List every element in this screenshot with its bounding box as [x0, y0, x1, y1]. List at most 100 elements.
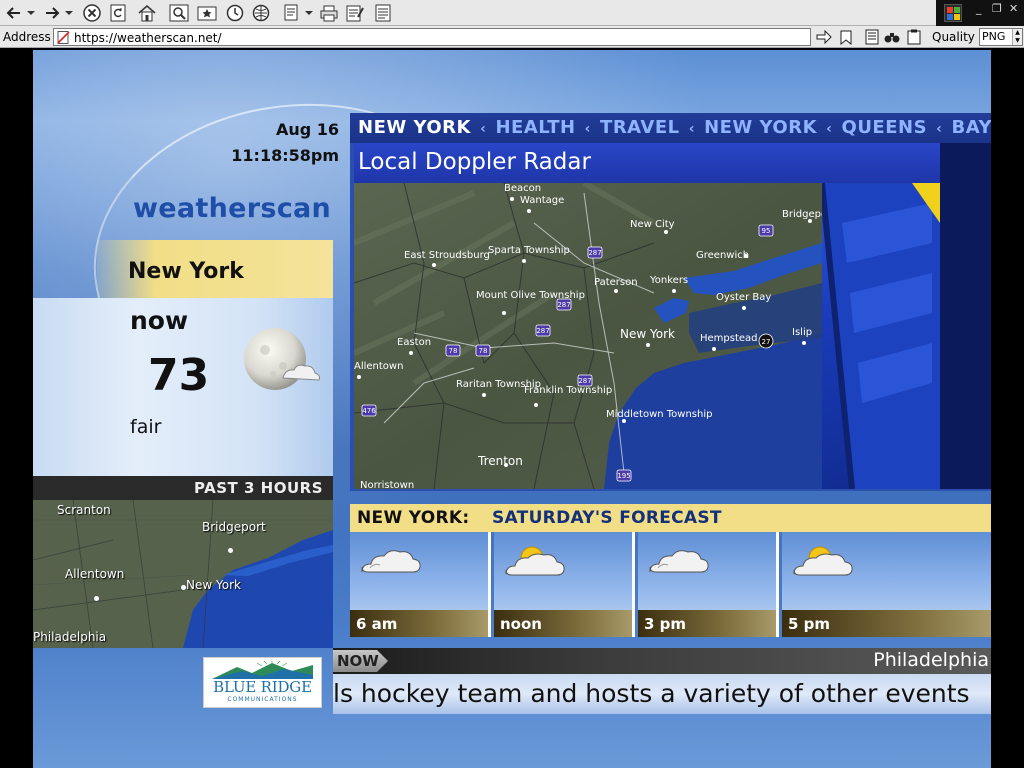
ticker-item: BAYONNE	[951, 117, 991, 138]
minimize-icon[interactable]: _	[976, 2, 982, 15]
ticker-item: HEALTH	[495, 117, 576, 138]
route-number: 287	[536, 327, 549, 335]
page-broken-icon	[57, 31, 70, 44]
reload-icon[interactable]	[108, 3, 128, 23]
map-label: Scranton	[57, 503, 111, 517]
radar-map-label: Trenton	[477, 454, 523, 468]
home-icon[interactable]	[136, 3, 158, 23]
discuss-icon[interactable]	[372, 3, 394, 23]
forecast-title: SATURDAY'S FORECAST	[492, 508, 722, 528]
stop-icon[interactable]	[82, 3, 102, 23]
forecast-time: 3 pm	[644, 615, 687, 633]
address-bar: Address https://weatherscan.net/ Quality…	[0, 26, 1024, 48]
browser-toolbar: _ ❐ ✕	[0, 0, 1024, 26]
city-dot	[228, 548, 233, 553]
cloudy-icon	[361, 550, 421, 573]
ticker-separator-icon: ‹	[584, 121, 591, 137]
go-arrow-icon[interactable]	[816, 29, 832, 45]
temperature-value: 73	[148, 350, 210, 401]
now-bar: NOW Philadelphia	[333, 648, 991, 674]
page-info-icon[interactable]	[864, 29, 880, 45]
current-conditions-panel: now 73 fair	[33, 298, 333, 476]
back-dropdown-icon[interactable]	[26, 3, 36, 23]
favorites-icon[interactable]	[196, 3, 218, 23]
radar-map-label: Wantage	[520, 195, 564, 206]
city-band: New York	[97, 240, 333, 298]
radar-map-label: Greenwich	[696, 250, 749, 261]
topic-ticker: NEW YORK ‹ HEALTH ‹ TRAVEL ‹ NEW YORK ‹ …	[350, 113, 991, 143]
url-input[interactable]: https://weatherscan.net/	[53, 28, 811, 46]
radar-map-label: New City	[630, 219, 675, 230]
map-label: New York	[186, 578, 241, 592]
side-bar	[940, 143, 991, 489]
text-crawl: ls hockey team and hosts a variety of ot…	[333, 674, 991, 714]
weatherscan-screen: Aug 16 11:18:58pm weatherscan New York n…	[33, 50, 991, 768]
forward-dropdown-icon[interactable]	[64, 3, 74, 23]
radar-map-label: East Stroudsburg	[404, 250, 490, 261]
bookmark-icon[interactable]	[838, 29, 854, 45]
ticker-separator-icon: ‹	[936, 121, 943, 137]
now-label: now	[130, 306, 189, 335]
windows-logo-icon	[944, 4, 962, 22]
radar-map: Beacon Wantage New City Bridgeport East …	[354, 183, 822, 489]
city-dot	[181, 585, 186, 590]
quality-label: Quality	[932, 30, 975, 44]
radar-title: Local Doppler Radar	[358, 149, 591, 175]
forward-icon[interactable]	[42, 3, 62, 23]
past-3-hours-label: PAST 3 HOURS	[194, 479, 323, 497]
forecast-city: NEW YORK:	[357, 508, 470, 528]
search-icon[interactable]	[168, 3, 190, 23]
past-3-hours-map: Scranton Bridgeport Allentown New York P…	[33, 500, 333, 648]
close-icon[interactable]: ✕	[1009, 2, 1018, 15]
city-name: New York	[128, 259, 244, 284]
radar-map-label: Mount Olive Township	[476, 290, 585, 301]
history-icon[interactable]	[224, 3, 246, 23]
map-label: Allentown	[65, 567, 125, 581]
mail-dropdown-icon[interactable]	[305, 3, 313, 23]
mountain-logo-icon	[212, 661, 313, 679]
sponsor-logo: BLUE RIDGE COMMUNICATIONS	[203, 657, 322, 708]
mail-icon[interactable]	[282, 3, 304, 23]
map-label: Bridgeport	[202, 520, 266, 534]
radar-map-label: Oyster Bay	[716, 292, 771, 303]
ticker-item: NEW YORK	[358, 117, 471, 138]
crawl-text: ls hockey team and hosts a variety of ot…	[333, 679, 970, 708]
past-3-hours-bar: PAST 3 HOURS	[33, 476, 333, 500]
edit-icon[interactable]	[344, 3, 366, 23]
radar-panel: NEW YORK ‹ HEALTH ‹ TRAVEL ‹ NEW YORK ‹ …	[350, 113, 991, 491]
date-label: Aug 16	[275, 120, 339, 139]
route-number: 195	[617, 472, 630, 480]
forecast-cell: 3 pm	[638, 532, 779, 637]
radar-map-label: Norristown	[360, 480, 414, 489]
route-number: 27	[762, 338, 771, 346]
decorative-building-art	[822, 183, 940, 489]
route-number: 287	[588, 249, 601, 257]
find-icon[interactable]	[884, 29, 900, 45]
clipboard-icon[interactable]	[906, 29, 922, 45]
city-dot	[94, 596, 99, 601]
forecast-cell: noon	[494, 532, 635, 637]
now-tag: NOW	[333, 650, 388, 672]
route-number: 78	[449, 347, 458, 355]
ticker-item: NEW YORK	[704, 117, 818, 138]
condition-label: fair	[130, 416, 162, 438]
forecast-cell: 6 am	[350, 532, 491, 637]
restore-icon[interactable]: ❐	[992, 2, 1002, 15]
print-icon[interactable]	[318, 3, 340, 23]
window-controls: _ ❐ ✕	[936, 0, 1024, 26]
radar-map-label: Yonkers	[649, 275, 688, 286]
weatherscan-logo: weatherscan	[133, 193, 332, 224]
back-icon[interactable]	[4, 3, 24, 23]
forecast-time: 6 am	[356, 615, 398, 633]
radar-map-label: Easton	[397, 337, 431, 348]
radar-map-label: Beacon	[504, 183, 541, 194]
format-spinner[interactable]: ▲ ▼	[1012, 29, 1022, 45]
radar-map-label: Hempstead	[700, 333, 758, 344]
cloudy-icon	[649, 550, 709, 573]
ticker-separator-icon: ‹	[480, 121, 487, 137]
radar-map-label: Middletown Township	[606, 409, 712, 420]
forecast-time: noon	[500, 615, 542, 633]
ticker-separator-icon: ‹	[826, 121, 833, 137]
media-icon[interactable]	[250, 3, 272, 23]
format-select[interactable]: PNG ▲ ▼	[979, 28, 1023, 46]
